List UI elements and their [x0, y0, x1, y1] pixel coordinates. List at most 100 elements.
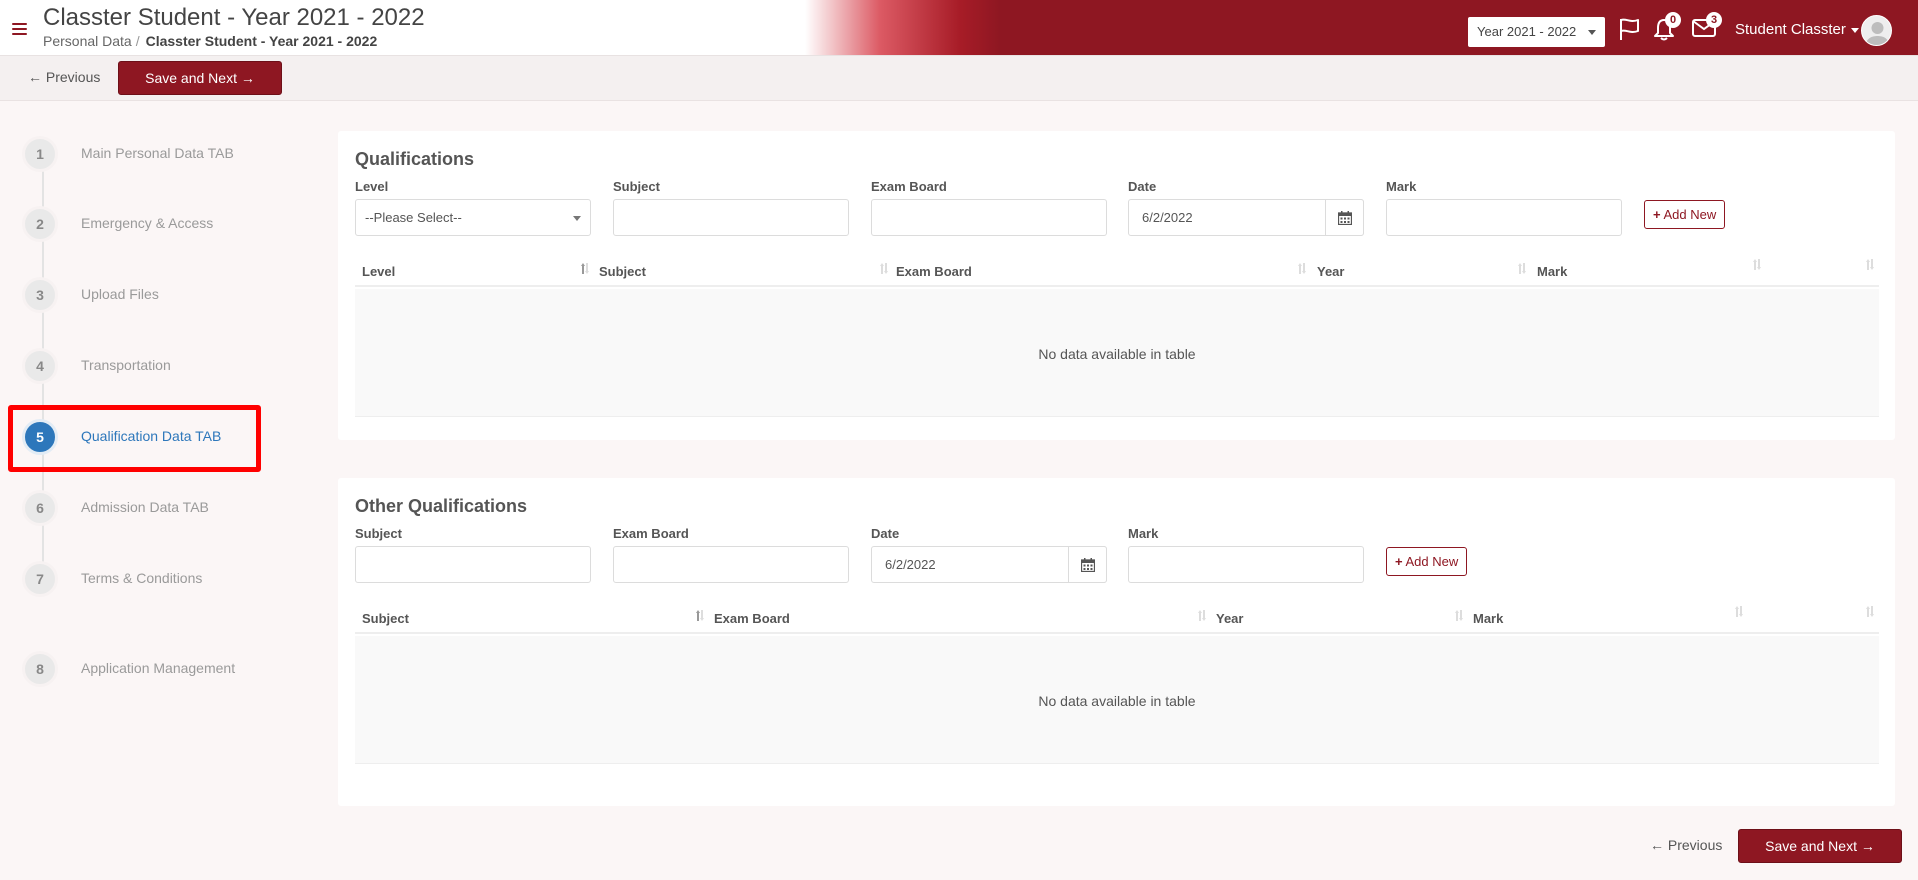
level-select-value: --Please Select-- [365, 210, 462, 225]
other-subject-input[interactable] [355, 546, 591, 583]
step-application-management[interactable]: 8 Application Management [22, 651, 262, 687]
step-label: Admission Data TAB [81, 499, 209, 515]
step-number: 3 [22, 277, 58, 313]
step-label: Transportation [81, 357, 171, 373]
step-upload-files[interactable]: 3 Upload Files [22, 277, 262, 313]
previous-button[interactable]: ← Previous [28, 69, 100, 85]
step-label: Main Personal Data TAB [81, 145, 234, 161]
sort-icon [1198, 610, 1206, 621]
sort-icon [1455, 610, 1463, 621]
user-menu[interactable]: Student Classter [1735, 21, 1846, 38]
empty-table-message: No data available in table [1038, 693, 1196, 709]
date-input[interactable] [1129, 200, 1324, 235]
exam-board-input[interactable] [871, 199, 1107, 236]
subject-input[interactable] [613, 199, 849, 236]
step-number: 5 [22, 419, 58, 455]
step-connector [42, 381, 44, 421]
column-exam-board[interactable]: Exam Board [714, 611, 790, 626]
top-header: Classter Student - Year 2021 - 2022 Pers… [0, 0, 1918, 56]
column-subject[interactable]: Subject [362, 611, 409, 626]
caret-down-icon [1851, 28, 1859, 33]
other-qualifications-panel: Other Qualifications Subject Exam Board … [338, 478, 1895, 806]
other-exam-board-input[interactable] [613, 546, 849, 583]
page-title: Classter Student - Year 2021 - 2022 [43, 4, 425, 31]
other-mark-input[interactable] [1128, 546, 1364, 583]
step-connector [42, 452, 44, 492]
step-qualification-data[interactable]: 5 Qualification Data TAB [22, 419, 262, 455]
date-picker [1128, 199, 1364, 236]
step-connector [42, 240, 44, 280]
calendar-icon [1338, 211, 1352, 225]
toolbar: ← Previous Save and Next → [0, 56, 1918, 101]
empty-table-message: No data available in table [1038, 346, 1196, 362]
level-select[interactable]: --Please Select-- [355, 199, 591, 236]
step-admission-data[interactable]: 6 Admission Data TAB [22, 490, 262, 526]
step-terms-conditions[interactable]: 7 Terms & Conditions [22, 561, 262, 597]
step-number: 6 [22, 490, 58, 526]
footer-save-and-next-button[interactable]: Save and Next → [1738, 829, 1902, 863]
mark-label: Mark [1128, 526, 1159, 541]
step-number: 7 [22, 561, 58, 597]
footer-previous-button[interactable]: ← Previous [1650, 837, 1722, 853]
add-new-label: Add New [1663, 207, 1717, 222]
plus-icon: + [1653, 207, 1661, 222]
sort-icon [1866, 606, 1874, 617]
qualifications-table-header: Level Subject Exam Board Year Mark [355, 256, 1879, 287]
column-exam-board[interactable]: Exam Board [896, 264, 972, 279]
exam-board-label: Exam Board [871, 179, 947, 194]
messages-badge: 3 [1706, 12, 1722, 28]
caret-down-icon [1588, 30, 1596, 35]
column-year[interactable]: Year [1317, 264, 1344, 279]
step-connector [42, 168, 44, 208]
plus-icon: + [1395, 554, 1403, 569]
breadcrumb-current: Classter Student - Year 2021 - 2022 [145, 33, 378, 49]
step-number: 4 [22, 348, 58, 384]
calendar-button[interactable] [1325, 199, 1364, 236]
column-mark[interactable]: Mark [1537, 264, 1567, 279]
other-date-picker [871, 546, 1107, 583]
step-connector [42, 310, 44, 350]
mark-input[interactable] [1386, 199, 1622, 236]
step-number: 1 [22, 136, 58, 172]
qualifications-table-body: No data available in table [355, 289, 1879, 417]
sort-icon [1735, 606, 1743, 617]
flag-icon[interactable] [1617, 17, 1641, 41]
sort-icon [1753, 259, 1761, 270]
step-emergency-access[interactable]: 2 Emergency & Access [22, 206, 262, 242]
step-transportation[interactable]: 4 Transportation [22, 348, 262, 384]
other-date-input[interactable] [872, 547, 1067, 582]
add-new-qualification-button[interactable]: + Add New [1644, 200, 1726, 229]
avatar[interactable] [1861, 15, 1892, 46]
other-qualifications-title: Other Qualifications [355, 496, 528, 516]
menu-icon[interactable] [12, 23, 27, 35]
step-number: 8 [22, 651, 58, 687]
column-mark[interactable]: Mark [1473, 611, 1503, 626]
subject-label: Subject [613, 179, 660, 194]
other-qualifications-table-header: Subject Exam Board Year Mark [355, 603, 1879, 634]
add-new-label: Add New [1405, 554, 1459, 569]
notifications-badge: 0 [1665, 12, 1681, 28]
qualifications-title: Qualifications [355, 149, 475, 169]
level-label: Level [355, 179, 389, 194]
column-level[interactable]: Level [362, 264, 395, 279]
other-qualifications-table-body: No data available in table [355, 636, 1879, 764]
add-new-other-qualification-button[interactable]: + Add New [1386, 547, 1468, 576]
save-and-next-button[interactable]: Save and Next → [118, 61, 282, 95]
step-label: Upload Files [81, 286, 159, 302]
breadcrumb-personal-data[interactable]: Personal Data [43, 33, 132, 49]
column-year[interactable]: Year [1216, 611, 1243, 626]
breadcrumb: Personal Data / Classter Student - Year 20… [43, 33, 378, 49]
caret-down-icon [573, 216, 581, 221]
step-connector [42, 523, 44, 563]
date-label: Date [1128, 179, 1157, 194]
step-label: Terms & Conditions [81, 570, 203, 586]
qualifications-panel: Qualifications Level Subject Exam Board … [338, 131, 1895, 440]
step-main-personal-data[interactable]: 1 Main Personal Data TAB [22, 136, 262, 172]
year-select[interactable]: Year 2021 - 2022 [1468, 17, 1605, 47]
step-number: 2 [22, 206, 58, 242]
calendar-button[interactable] [1068, 546, 1107, 583]
exam-board-label: Exam Board [613, 526, 689, 541]
column-subject[interactable]: Subject [599, 264, 646, 279]
mark-label: Mark [1386, 179, 1417, 194]
date-label: Date [871, 526, 900, 541]
